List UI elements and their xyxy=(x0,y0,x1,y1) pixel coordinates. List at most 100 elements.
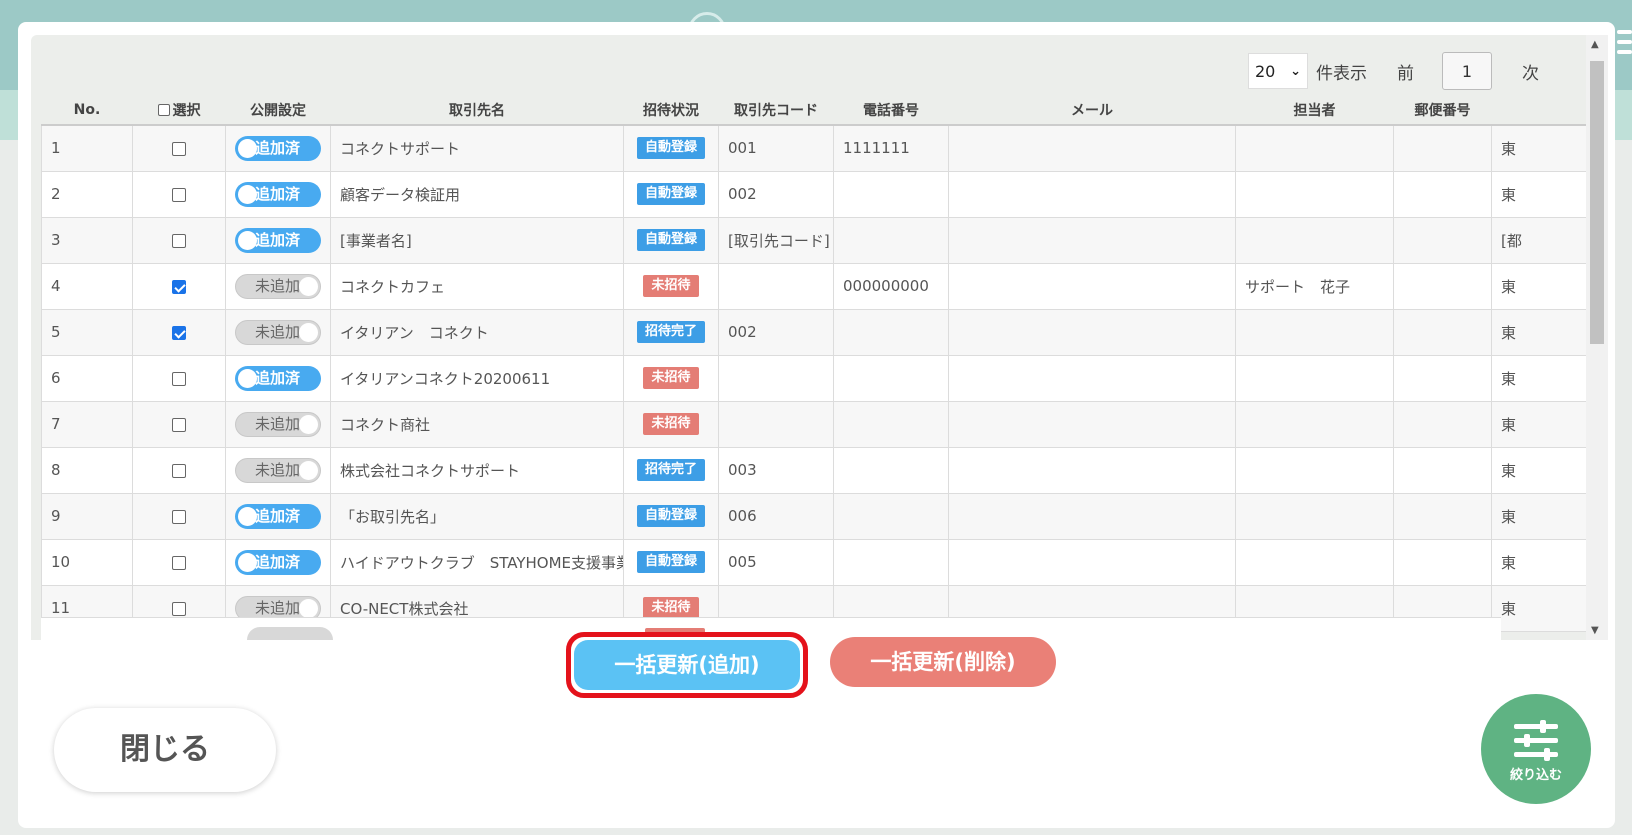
partner-code: 001 xyxy=(718,124,834,172)
zip-code xyxy=(1393,124,1492,172)
address-cut: 東 xyxy=(1491,492,1592,540)
person-in-charge xyxy=(1235,216,1394,264)
publish-toggle-label: 未追加 xyxy=(255,276,301,295)
col-header-no: No. xyxy=(41,95,133,126)
scroll-thumb[interactable] xyxy=(1590,61,1604,344)
row-select-checkbox[interactable] xyxy=(172,371,186,386)
invite-status-badge: 未招待 xyxy=(643,275,699,297)
publish-toggle[interactable]: 追加済 xyxy=(235,503,321,529)
partner-name: ハイドアウトクラブ STAYHOME支援事業 xyxy=(330,538,624,586)
row-select-checkbox[interactable] xyxy=(172,555,186,570)
row-select-checkbox[interactable] xyxy=(172,463,186,478)
row-select-checkbox[interactable] xyxy=(172,509,186,524)
col-header-extra xyxy=(1491,95,1592,126)
row-select-checkbox[interactable] xyxy=(172,417,186,432)
mail-address xyxy=(948,124,1236,172)
mail-address xyxy=(948,262,1236,310)
partner-name: コネクト商社 xyxy=(330,400,624,448)
row-select-checkbox[interactable] xyxy=(172,187,186,202)
table-row: 10 追加済 ハイドアウトクラブ STAYHOME支援事業 自動登録 005 東 xyxy=(41,538,1592,586)
toggle-knob xyxy=(299,322,318,342)
row-no: 3 xyxy=(41,216,133,264)
table-row: 4 未追加 コネクトカフェ 未招待 000000000 サポート 花子 東 xyxy=(41,262,1592,310)
address-cut: [都 xyxy=(1491,216,1592,264)
publish-toggle[interactable]: 未追加 xyxy=(235,273,321,299)
col-header-publish: 公開設定 xyxy=(225,95,331,126)
toggle-knob xyxy=(299,414,318,434)
partner-code: 002 xyxy=(718,170,834,218)
address-cut: 東 xyxy=(1491,584,1592,632)
invite-cell: 自動登録 xyxy=(623,538,719,586)
bulk-add-button[interactable]: 一括更新(追加) xyxy=(574,640,800,690)
publish-cell: 追加済 xyxy=(225,216,331,264)
next-page-link[interactable]: 次 xyxy=(1522,59,1539,84)
partner-name: イタリアンコネクト20200611 xyxy=(330,354,624,402)
invite-cell: 自動登録 xyxy=(623,170,719,218)
invite-cell: 未招待 xyxy=(623,262,719,310)
publish-toggle[interactable]: 追加済 xyxy=(235,227,321,253)
publish-cell: 追加済 xyxy=(225,354,331,402)
publish-toggle[interactable]: 未追加 xyxy=(235,411,321,437)
table-row: 1 追加済 コネクトサポート 自動登録 001 1111111 東 xyxy=(41,124,1592,172)
publish-cell: 追加済 xyxy=(225,170,331,218)
partner-name: イタリアン コネクト xyxy=(330,308,624,356)
scroll-down-icon[interactable]: ▼ xyxy=(1591,625,1599,636)
partner-name: [事業者名] xyxy=(330,216,624,264)
toggle-knob xyxy=(299,460,318,480)
publish-toggle-label: 追加済 xyxy=(255,552,301,571)
mail-address xyxy=(948,308,1236,356)
publish-toggle-label: 追加済 xyxy=(255,184,301,203)
row-select-checkbox[interactable] xyxy=(172,325,186,340)
row-select-checkbox[interactable] xyxy=(172,279,186,294)
row-select-checkbox[interactable] xyxy=(172,141,186,156)
invite-cell: 招待完了 xyxy=(623,446,719,494)
row-no: 2 xyxy=(41,170,133,218)
table-scrollbar[interactable]: ▲ ▼ xyxy=(1586,35,1608,640)
phone-number: 000000000 xyxy=(833,262,949,310)
publish-toggle[interactable]: 未追加 xyxy=(235,457,321,483)
row-select-checkbox[interactable] xyxy=(172,233,186,248)
row-select-cell xyxy=(132,216,226,264)
address-cut: 東 xyxy=(1491,354,1592,402)
col-header-mail: メール xyxy=(948,95,1236,126)
table-row: 8 未追加 株式会社コネクトサポート 招待完了 003 東 xyxy=(41,446,1592,494)
publish-toggle[interactable]: 追加済 xyxy=(235,365,321,391)
person-in-charge xyxy=(1235,400,1394,448)
publish-toggle[interactable]: 追加済 xyxy=(235,135,321,161)
per-page-select[interactable]: 20 ⌄ xyxy=(1248,53,1308,89)
person-in-charge xyxy=(1235,492,1394,540)
close-button[interactable]: 閉じる xyxy=(54,708,276,792)
publish-toggle[interactable]: 未追加 xyxy=(235,319,321,345)
menu-icon[interactable] xyxy=(1617,30,1632,60)
zip-code xyxy=(1393,492,1492,540)
per-page-value: 20 xyxy=(1255,61,1276,81)
row-select-checkbox[interactable] xyxy=(172,601,186,616)
scroll-up-icon[interactable]: ▲ xyxy=(1591,39,1599,50)
row-select-cell xyxy=(132,400,226,448)
filter-button[interactable]: 絞り込む xyxy=(1481,694,1591,804)
sliders-icon xyxy=(1514,720,1558,761)
phone-number xyxy=(833,538,949,586)
publish-toggle[interactable]: 追加済 xyxy=(235,549,321,575)
publish-toggle[interactable]: 追加済 xyxy=(235,181,321,207)
publish-cell: 未追加 xyxy=(225,400,331,448)
prev-page-link[interactable]: 前 xyxy=(1397,59,1414,84)
phone-number xyxy=(833,492,949,540)
bulk-add-highlight: 一括更新(追加) xyxy=(566,632,808,698)
page-number-input[interactable]: 1 xyxy=(1442,52,1492,90)
person-in-charge xyxy=(1235,170,1394,218)
invite-status-badge: 自動登録 xyxy=(636,229,705,251)
publish-cell: 未追加 xyxy=(225,446,331,494)
select-all-checkbox[interactable] xyxy=(157,103,170,116)
zip-code xyxy=(1393,446,1492,494)
phone-number xyxy=(833,170,949,218)
partner-name: 株式会社コネクトサポート xyxy=(330,446,624,494)
invite-status-badge: 未招待 xyxy=(643,413,699,435)
publish-toggle-label: 追加済 xyxy=(255,230,301,249)
bulk-delete-button[interactable]: 一括更新(削除) xyxy=(830,637,1056,687)
row-no: 9 xyxy=(41,492,133,540)
table-row: 7 未追加 コネクト商社 未招待 東 xyxy=(41,400,1592,448)
invite-cell: 自動登録 xyxy=(623,216,719,264)
zip-code xyxy=(1393,400,1492,448)
person-in-charge: サポート 花子 xyxy=(1235,262,1394,310)
